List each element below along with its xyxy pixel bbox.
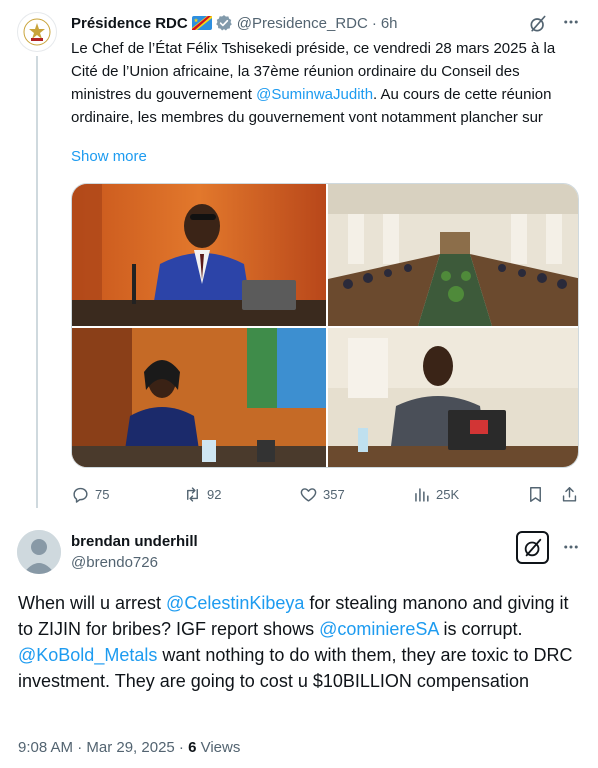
reply-display-name[interactable]: brendan underhill — [71, 532, 198, 552]
mention-link[interactable]: @CelestinKibeya — [166, 593, 304, 613]
views-button[interactable]: 25K — [412, 484, 459, 504]
reply-avatar[interactable] — [17, 530, 61, 574]
like-icon — [300, 487, 317, 502]
presidence-logo-icon — [23, 18, 51, 46]
repost-count: 92 — [207, 486, 222, 502]
reply-button[interactable]: 75 — [71, 484, 109, 504]
bookmark-icon — [530, 486, 541, 502]
reply-more-button[interactable] — [561, 537, 581, 557]
reply-tweet-text: When will u arrest @CelestinKibeya for s… — [18, 590, 583, 694]
drc-flag-icon — [191, 16, 212, 30]
parent-handle[interactable]: @Presidence_RDC — [237, 15, 368, 32]
media-prime-minister[interactable] — [72, 328, 326, 467]
repost-button[interactable]: 92 — [183, 484, 221, 504]
mention-link[interactable]: @SuminwaJudith — [256, 86, 373, 103]
media-president-speaking[interactable] — [72, 184, 326, 326]
reply-icon — [73, 487, 88, 503]
separator-dot: · — [371, 14, 377, 32]
parent-header: Présidence RDC @Presidence_RDC · 6h — [71, 13, 398, 33]
media-minister-signing[interactable] — [328, 328, 578, 467]
grok-icon — [524, 538, 541, 556]
views-count: 25K — [436, 486, 460, 502]
verified-badge-icon — [215, 15, 232, 31]
repost-icon — [187, 486, 198, 502]
default-avatar-icon — [17, 530, 61, 574]
like-count: 357 — [323, 486, 345, 502]
media-grid — [71, 183, 579, 468]
more-icon — [564, 20, 578, 24]
reply-handle[interactable]: @brendo726 — [71, 553, 158, 573]
like-button[interactable]: 357 — [299, 484, 345, 504]
reply-views-label: Views — [196, 739, 241, 756]
parent-tweet-text: Le Chef de l’État Félix Tshisekedi prési… — [71, 37, 583, 129]
action-bar: 75 92 357 25K — [71, 484, 583, 504]
thread-line — [36, 56, 38, 508]
reply-text-part: is corrupt. — [438, 619, 523, 639]
reply-count: 75 — [95, 486, 110, 502]
share-icon — [562, 486, 577, 502]
views-icon — [415, 487, 429, 502]
reply-text-part: When will u arrest — [18, 593, 167, 613]
mention-link[interactable]: @KoBold_Metals — [18, 645, 157, 665]
more-button[interactable] — [561, 12, 581, 32]
media-council-room[interactable] — [328, 184, 578, 326]
grok-button[interactable] — [516, 531, 549, 564]
show-more-link[interactable]: Show more — [71, 147, 147, 167]
presidence-avatar[interactable] — [17, 12, 57, 52]
mention-link[interactable]: @cominiereSA — [319, 619, 438, 639]
reply-meta: 9:08 AM · Mar 29, 2025 · 6 Views — [18, 738, 240, 758]
grok-icon[interactable] — [528, 14, 548, 34]
share-button[interactable] — [560, 484, 579, 504]
reply-timestamp[interactable]: 9:08 AM · Mar 29, 2025 · — [18, 739, 188, 756]
bookmark-button[interactable] — [526, 484, 545, 504]
parent-display-name[interactable]: Présidence RDC — [71, 15, 188, 32]
parent-time[interactable]: 6h — [381, 15, 398, 32]
more-icon — [564, 545, 578, 549]
